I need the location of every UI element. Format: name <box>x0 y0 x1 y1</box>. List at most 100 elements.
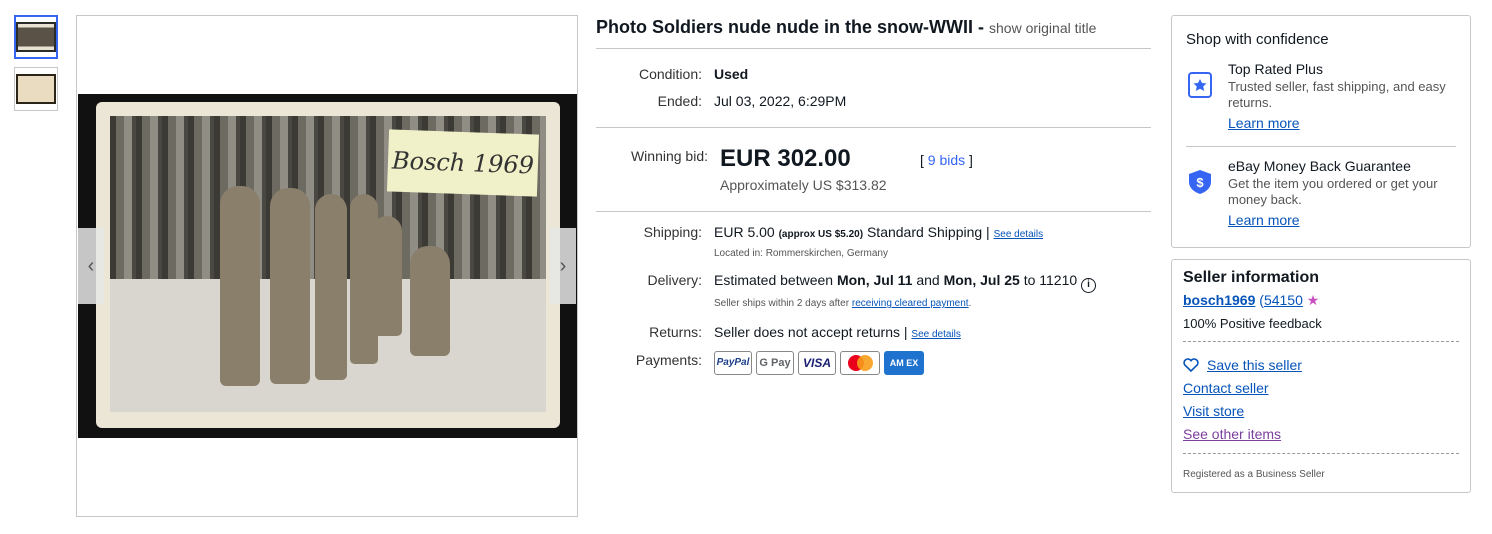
delivery-start: Mon, Jul 11 <box>836 272 913 288</box>
listing-details: Photo Soldiers nude nude in the snow-WWI… <box>596 15 1152 375</box>
ended-row: Ended: Jul 03, 2022, 6:29PM <box>596 92 1152 110</box>
feedback-count-link[interactable]: 54150 <box>1264 292 1303 308</box>
returns-row: Returns: Seller does not accept returns … <box>596 323 1152 344</box>
photo-figure <box>315 194 347 380</box>
heart-icon <box>1183 358 1199 372</box>
returns-label: Returns: <box>649 324 702 340</box>
save-seller-link[interactable]: Save this seller <box>1207 357 1302 373</box>
shipping-price: EUR 5.00 <box>714 224 775 240</box>
delivery-note-prefix: Seller ships within 2 days after <box>714 298 850 309</box>
photo-figure <box>220 186 260 386</box>
top-rated-text-block: Top Rated Plus Trusted seller, fast ship… <box>1228 61 1456 131</box>
svg-text:$: $ <box>1196 175 1204 190</box>
photo-figure <box>372 216 402 336</box>
shipping-label: Shipping: <box>643 224 702 240</box>
photo-print: Bosch 1969 <box>96 102 560 428</box>
condition-label: Condition: <box>638 66 702 82</box>
divider <box>596 127 1151 128</box>
bids-link[interactable]: 9 bids <box>928 152 965 168</box>
returns-see-details-link[interactable]: See details <box>911 329 960 340</box>
shipping-row: Shipping: EUR 5.00 (approx US $5.20) Sta… <box>596 223 1152 263</box>
payment-methods: PayPal G Pay VISA AM EX <box>714 351 924 375</box>
seller-identity: bosch1969 (54150 ★ <box>1183 292 1319 309</box>
delivery-and: and <box>916 272 940 288</box>
bids-count: [ 9 bids ] <box>920 145 973 194</box>
money-back-heading: eBay Money Back Guarantee <box>1228 158 1411 174</box>
thumbnail-2-image <box>16 74 56 104</box>
see-other-items-link[interactable]: See other items <box>1183 426 1281 442</box>
title-text: Photo Soldiers nude nude in the snow-WWI… <box>596 17 984 37</box>
money-back-text-block: eBay Money Back Guarantee Get the item y… <box>1228 158 1456 228</box>
winning-bid-label: Winning bid: <box>630 148 708 164</box>
info-icon[interactable]: i <box>1081 278 1097 293</box>
chevron-right-icon: › <box>559 254 567 277</box>
divider <box>1183 453 1459 454</box>
money-back-item: $ eBay Money Back Guarantee Get the item… <box>1186 158 1456 228</box>
other-items-row: See other items <box>1183 426 1281 444</box>
main-image-viewer: Bosch 1969 ‹ › <box>76 15 578 517</box>
shield-dollar-icon: $ <box>1189 170 1211 194</box>
divider <box>596 211 1151 212</box>
previous-image-button[interactable]: ‹ <box>78 228 104 304</box>
visa-icon: VISA <box>798 351 836 375</box>
seller-information-panel: Seller information bosch1969 (54150 ★ 10… <box>1171 259 1471 493</box>
returns-text: Seller does not accept returns | <box>714 324 908 340</box>
top-rated-description: Trusted seller, fast shipping, and easy … <box>1228 79 1446 110</box>
photo-figure <box>410 246 450 356</box>
divider <box>596 48 1151 49</box>
delivery-end: Mon, Jul 25 <box>943 272 1020 288</box>
mastercard-icon <box>840 351 880 375</box>
contact-seller-link[interactable]: Contact seller <box>1183 380 1269 396</box>
money-back-learn-more-link[interactable]: Learn more <box>1228 212 1456 228</box>
delivery-label: Delivery: <box>647 272 702 288</box>
shipping-approx: (approx US $5.20) <box>778 229 864 240</box>
winning-bid-value: EUR 302.00 <box>720 145 851 172</box>
condition-row: Condition: Used <box>596 65 1152 83</box>
visit-store-row: Visit store <box>1183 403 1244 421</box>
thumbnail-1-image <box>16 22 56 52</box>
delivery-note: Seller ships within 2 days after receivi… <box>714 295 1096 313</box>
approx-text: Approximately US $313.82 <box>720 177 887 193</box>
seller-info-title: Seller information <box>1183 269 1320 286</box>
save-seller-row[interactable]: Save this seller <box>1183 357 1302 373</box>
winning-bid-row: Winning bid: EUR 302.00 Approximately US… <box>596 145 1152 194</box>
top-rated-learn-more-link[interactable]: Learn more <box>1228 115 1456 131</box>
shop-confidence-title: Shop with confidence <box>1186 31 1329 48</box>
top-rated-heading: Top Rated Plus <box>1228 61 1323 77</box>
positive-feedback: 100% Positive feedback <box>1183 316 1322 331</box>
show-original-title-link[interactable]: show original title <box>989 20 1096 36</box>
divider <box>1186 146 1456 147</box>
thumbnail-2[interactable] <box>14 67 58 111</box>
shipping-service: Standard Shipping | <box>866 224 990 240</box>
top-rated-plus-item: Top Rated Plus Trusted seller, fast ship… <box>1186 61 1456 131</box>
star-rating-icon: ★ <box>1306 292 1320 308</box>
payments-label: Payments: <box>635 352 702 368</box>
item-location: Located in: Rommerskirchen, Germany <box>714 248 888 259</box>
receiving-cleared-payment-link[interactable]: receiving cleared payment <box>852 298 969 309</box>
approx-value: Approximately US $313.82 <box>720 176 920 194</box>
divider <box>1183 341 1459 342</box>
top-rated-badge-icon <box>1188 72 1212 98</box>
shipping-value: EUR 5.00 (approx US $5.20) Standard Ship… <box>714 223 1043 263</box>
chevron-left-icon: ‹ <box>87 254 95 277</box>
thumbnail-strip <box>14 15 60 119</box>
contact-seller-row: Contact seller <box>1183 380 1269 398</box>
delivery-to: to 11210 <box>1023 272 1078 288</box>
photo-label: Bosch 1969 <box>386 129 540 197</box>
money-back-description: Get the item you ordered or get your mon… <box>1228 176 1438 207</box>
google-pay-icon: G Pay <box>756 351 794 375</box>
payments-row: Payments: PayPal G Pay VISA AM EX <box>596 351 1152 375</box>
bids-close: ] <box>969 152 973 168</box>
visit-store-link[interactable]: Visit store <box>1183 403 1244 419</box>
next-image-button[interactable]: › <box>550 228 576 304</box>
ended-value: Jul 03, 2022, 6:29PM <box>714 93 847 109</box>
seller-username-link[interactable]: bosch1969 <box>1183 292 1255 308</box>
shipping-see-details-link[interactable]: See details <box>994 229 1043 240</box>
condition-value: Used <box>714 66 749 82</box>
delivery-note-suffix: . <box>968 298 972 309</box>
bids-open: [ <box>920 152 924 168</box>
delivery-prefix: Estimated between <box>714 272 834 288</box>
paypal-icon: PayPal <box>714 351 752 375</box>
thumbnail-1[interactable] <box>14 15 58 59</box>
main-photo[interactable]: Bosch 1969 <box>78 94 577 438</box>
